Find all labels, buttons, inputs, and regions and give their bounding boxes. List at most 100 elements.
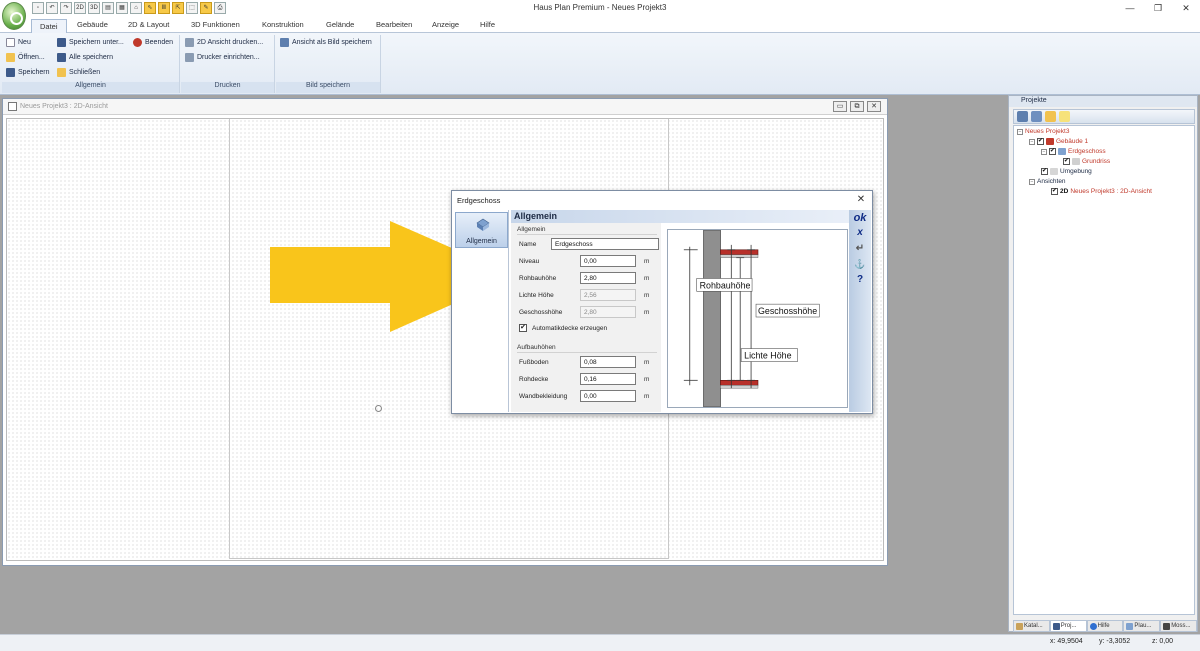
- view-minimize-button[interactable]: ▭: [833, 101, 847, 112]
- coord-z: z: 0,00: [1152, 638, 1174, 645]
- ok-button[interactable]: ok: [852, 212, 868, 226]
- tree-item-gebaeude[interactable]: − ✔ Gebäude 1: [1029, 138, 1088, 145]
- tab-gelaende[interactable]: Gelände: [326, 20, 354, 29]
- alle-speichern-button[interactable]: Alle speichern: [57, 53, 113, 62]
- visibility-checkbox[interactable]: ✔: [1041, 168, 1048, 175]
- tab-hilfe-panel[interactable]: Hilfe: [1086, 620, 1124, 632]
- tree-item-erdgeschoss[interactable]: − ✔ Erdgeschoss: [1041, 148, 1106, 155]
- visibility-checkbox[interactable]: ✔: [1049, 148, 1056, 155]
- tab-3d-funktionen[interactable]: 3D Funktionen: [191, 20, 240, 29]
- tree-item-umgebung[interactable]: ✔ Umgebung: [1041, 168, 1092, 175]
- ribbon-group-label: Allgemein: [2, 82, 179, 93]
- sidebar-item-allgemein[interactable]: Allgemein: [455, 212, 508, 248]
- niveau-field[interactable]: [580, 255, 636, 267]
- floor-icon: [476, 218, 490, 231]
- help-icon: [1089, 622, 1097, 630]
- tree-item-2d-ansicht[interactable]: ✔ 2D Neues Projekt3 : 2D-Ansicht: [1051, 188, 1152, 195]
- drucker-einrichten-button[interactable]: Drucker einrichten...: [185, 53, 260, 62]
- projects-title: Projekte: [1021, 97, 1047, 104]
- tab-anzeige[interactable]: Anzeige: [432, 20, 459, 29]
- name-field[interactable]: [551, 238, 659, 250]
- view-title-bar: Neues Projekt3 : 2D-Ansicht ▭ ⧉ ✕: [3, 99, 887, 115]
- wandbekleidung-field[interactable]: [580, 390, 636, 402]
- automatikdecke-label: Automatikdecke erzeugen: [532, 325, 608, 332]
- 2d-view-icon: 2D: [1060, 188, 1069, 195]
- automatikdecke-checkbox[interactable]: ✔: [519, 324, 527, 332]
- collapse-icon[interactable]: −: [1029, 138, 1035, 145]
- visibility-checkbox[interactable]: ✔: [1063, 158, 1070, 165]
- tab-konstruktion[interactable]: Konstruktion: [262, 20, 304, 29]
- help-button[interactable]: ?: [852, 274, 868, 288]
- check-icon[interactable]: [1017, 111, 1028, 122]
- schliessen-button[interactable]: Schließen: [57, 68, 100, 77]
- visibility-checkbox[interactable]: ✔: [1051, 188, 1058, 195]
- neu-button[interactable]: Neu: [6, 38, 31, 47]
- save-all-icon: [57, 53, 66, 62]
- tree-item-grundriss[interactable]: ✔ Grundriss: [1063, 158, 1110, 165]
- tab-plausibility[interactable]: Plau...: [1123, 620, 1161, 632]
- ansicht-als-bild-speichern-button[interactable]: Ansicht als Bild speichern: [280, 38, 372, 47]
- collapse-icon[interactable]: −: [1017, 128, 1023, 135]
- beenden-button[interactable]: Beenden: [133, 38, 173, 47]
- restore-button[interactable]: ❐: [1144, 0, 1172, 16]
- window-title: Haus Plan Premium - Neues Projekt3: [533, 3, 667, 12]
- fussboden-field[interactable]: [580, 356, 636, 368]
- ribbon-group-label: Drucken: [181, 82, 274, 93]
- fussboden-unit: m: [644, 359, 650, 366]
- window-controls: — ❐ ✕: [1116, 0, 1200, 16]
- close-button[interactable]: ✕: [1172, 0, 1200, 16]
- note-icon[interactable]: [1059, 111, 1070, 122]
- tree-item-project[interactable]: − Neues Projekt3: [1017, 128, 1069, 135]
- 2d-ansicht-drucken-button[interactable]: 2D Ansicht drucken...: [185, 38, 263, 47]
- section-aufbauhoehen-label: Aufbauhöhen: [517, 344, 556, 351]
- tab-2d-layout[interactable]: 2D & Layout: [128, 20, 169, 29]
- projects-panel-tabs: Katal... Proj... Hilfe Plau... Moss...: [1013, 620, 1197, 632]
- geschosshoehe-field: [580, 306, 636, 318]
- niveau-unit: m: [644, 258, 650, 265]
- collapse-icon[interactable]: −: [1029, 178, 1035, 185]
- view-title: Neues Projekt3 : 2D-Ansicht: [20, 103, 108, 110]
- view-restore-button[interactable]: ⧉: [850, 101, 864, 112]
- lichte-hoehe-diagram-label: Lichte Höhe: [744, 351, 791, 361]
- apply-button[interactable]: ↵: [852, 243, 868, 257]
- rohdecke-field[interactable]: [580, 373, 636, 385]
- folder-icon[interactable]: [1045, 111, 1056, 122]
- lichte-hoehe-unit: m: [644, 292, 650, 299]
- name-label: Name: [519, 241, 537, 248]
- dialog-title: Erdgeschoss: [457, 196, 501, 205]
- tab-moss[interactable]: Moss...: [1160, 620, 1197, 632]
- tab-gebaeude[interactable]: Gebäude: [77, 20, 108, 29]
- tree-item-ansichten[interactable]: − Ansichten: [1029, 178, 1066, 185]
- minimize-button[interactable]: —: [1116, 0, 1144, 16]
- ribbon-group-bild-speichern: Ansicht als Bild speichern Bild speicher…: [276, 35, 381, 93]
- chart-icon[interactable]: [1031, 111, 1042, 122]
- cancel-button[interactable]: x: [852, 227, 868, 241]
- tab-katalog[interactable]: Katal...: [1013, 620, 1050, 632]
- oeffnen-button[interactable]: Öffnen...: [6, 53, 45, 62]
- speichern-unter-button[interactable]: Speichern unter...: [57, 38, 124, 47]
- ribbon-panel: Neu Öffnen... Speichern Speichern unter.…: [0, 33, 1200, 95]
- divider: [517, 234, 657, 235]
- check-list-icon: [1126, 622, 1134, 630]
- status-bar: x: 49,9504 y: -3,3052 z: 0,00: [0, 634, 1200, 651]
- speichern-button[interactable]: Speichern: [6, 68, 50, 77]
- erdgeschoss-dialog: Erdgeschoss ✕ Allgemein Allgemein ok x ↵…: [451, 190, 873, 414]
- application-menu-button[interactable]: [2, 2, 26, 30]
- print-icon: [185, 38, 194, 47]
- tab-datei[interactable]: Datei: [31, 19, 67, 34]
- rohbauhoehe-diagram-label: Rohbauhöhe: [700, 280, 751, 290]
- tab-hilfe[interactable]: Hilfe: [480, 20, 495, 29]
- tab-bearbeiten[interactable]: Bearbeiten: [376, 20, 412, 29]
- ribbon-group-allgemein: Neu Öffnen... Speichern Speichern unter.…: [2, 35, 180, 93]
- visibility-checkbox[interactable]: ✔: [1037, 138, 1044, 145]
- wandbekleidung-unit: m: [644, 393, 650, 400]
- projects-panel: Projekte − Neues Projekt3 − ✔ Gebäude 1 …: [1008, 95, 1198, 632]
- anchor-button[interactable]: ⚓: [852, 259, 868, 273]
- coord-y: y: -3,3052: [1099, 638, 1131, 645]
- tab-projekte[interactable]: Proj...: [1049, 620, 1087, 632]
- geschosshoehe-diagram-label: Geschosshöhe: [758, 306, 817, 316]
- rohbauhoehe-field[interactable]: [580, 272, 636, 284]
- dialog-close-button[interactable]: ✕: [854, 193, 868, 207]
- view-close-button[interactable]: ✕: [867, 101, 881, 112]
- collapse-icon[interactable]: −: [1041, 148, 1047, 155]
